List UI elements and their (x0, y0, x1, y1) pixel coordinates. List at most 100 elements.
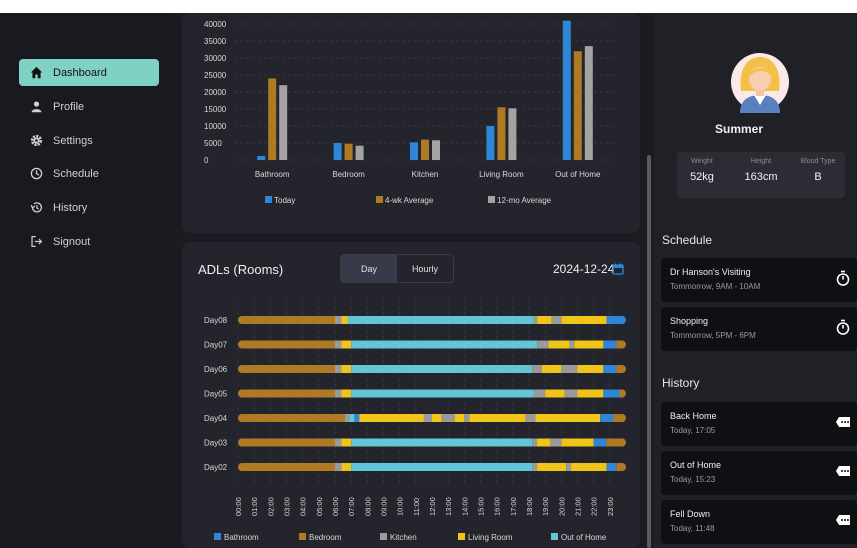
y-tick-label: 0 (204, 156, 209, 165)
avatar (731, 53, 789, 113)
x-tick-label: 21:00 (574, 497, 583, 516)
home-icon (19, 66, 53, 79)
y-tick-label: Day03 (204, 439, 228, 448)
timeline-row (238, 414, 626, 422)
bar (432, 140, 440, 160)
timeline-segment (561, 316, 607, 324)
bar (508, 108, 517, 160)
timeline-segment (541, 365, 562, 373)
legend-label: Bathroom (224, 533, 259, 542)
legend-label: Kitchen (390, 533, 417, 542)
bar (268, 78, 277, 160)
x-tick-label: 14:00 (460, 497, 469, 516)
message-icon[interactable] (835, 414, 851, 430)
timeline-segment (335, 438, 342, 447)
bar (573, 51, 582, 161)
timeline-segment (571, 463, 607, 471)
sidebar-item-dashboard[interactable]: Dashboard (19, 59, 159, 86)
x-tick-label: 12:00 (428, 497, 437, 516)
history-title: History (662, 376, 700, 390)
sidebar-item-label: History (53, 201, 88, 214)
sidebar-item-history[interactable]: History (19, 194, 159, 221)
legend-label: 12-mo Average (497, 196, 552, 205)
sidebar-item-settings[interactable]: Settings (19, 127, 159, 154)
timeline-segment (613, 414, 626, 422)
history-item[interactable]: Back Home Today, 17:05 (661, 402, 857, 446)
history-item[interactable]: Out of Home Today, 15:23 (661, 451, 857, 495)
timeline-segment (606, 438, 626, 447)
x-tick-label: 19:00 (541, 497, 550, 516)
message-icon[interactable] (835, 512, 851, 528)
view-toggle: Day Hourly (340, 254, 454, 283)
x-tick-label: 09:00 (380, 497, 389, 516)
stopwatch-icon[interactable] (835, 270, 851, 286)
legend-label: Today (274, 196, 295, 205)
y-tick-label: Day08 (204, 316, 228, 325)
timeline-row (238, 438, 626, 447)
timeline-segment (351, 389, 534, 398)
sidebar-item-signout[interactable]: Signout (19, 228, 159, 255)
x-tick-label: Bathroom (255, 170, 290, 179)
schedule-item[interactable]: Dr Hanson's Visiting Tommorrow, 9AM - 10… (661, 258, 857, 302)
timeline-segment (561, 438, 594, 447)
timeline-segment (532, 438, 538, 447)
timeline-segment (532, 463, 538, 471)
x-tick-label: 18:00 (525, 497, 534, 516)
sidebar-item-profile[interactable]: Profile (19, 93, 159, 120)
sidebar-item-label: Profile (53, 100, 85, 113)
legend-swatch (458, 533, 465, 540)
stopwatch-icon[interactable] (835, 319, 851, 335)
bar (257, 155, 266, 160)
timeline-segment (341, 389, 352, 398)
y-tick-label: 40000 (204, 20, 227, 29)
timeline-segment (341, 463, 352, 471)
timeline-segment (349, 414, 355, 422)
timeline-segment (616, 463, 626, 471)
legend-label: 4-wk Average (385, 196, 434, 205)
signout-icon (19, 235, 53, 248)
y-tick-label: 30000 (204, 54, 227, 63)
timeline-segment (351, 365, 533, 373)
bar (486, 126, 495, 160)
history-icon (19, 201, 53, 214)
x-tick-label: Out of Home (555, 170, 601, 179)
timeline-segment (569, 340, 575, 349)
timeline-segment (454, 414, 465, 422)
timeline-segment (537, 316, 552, 324)
timeline-segment (574, 340, 604, 349)
x-tick-label: 15:00 (477, 497, 486, 516)
timeline-segment (566, 463, 572, 471)
timeline-segment (351, 463, 533, 471)
x-tick-label: 13:00 (444, 497, 453, 516)
legend-swatch (376, 196, 383, 203)
toggle-day[interactable]: Day (341, 255, 397, 282)
height-stat: Height 163cm (744, 158, 778, 183)
timeline-segment (616, 340, 626, 349)
timeline-row (238, 365, 626, 373)
timeline-segment (238, 365, 335, 373)
scrollbar[interactable] (647, 155, 651, 548)
message-icon[interactable] (835, 463, 851, 479)
timeline-segment (351, 438, 533, 447)
schedule-item[interactable]: Shopping Tommorrow, 5PM - 6PM (661, 307, 857, 351)
gear-icon (19, 134, 53, 147)
timeline-segment (335, 340, 342, 349)
legend-label: Bedroom (309, 533, 342, 542)
timeline-segment (606, 463, 617, 471)
sidebar-item-label: Settings (53, 134, 93, 147)
clock-icon (19, 167, 53, 180)
timeline-segment (238, 340, 335, 349)
room-duration-chart: 0 5000 10000 15000 20000 25000 30000 35000 40000… (204, 20, 616, 205)
bar (333, 143, 342, 160)
timeline-segment (577, 389, 604, 398)
history-item[interactable]: Fell Down Today, 11:48 (661, 500, 857, 544)
x-tick-label: 23:00 (606, 497, 615, 516)
x-tick-label: 10:00 (396, 497, 405, 516)
y-tick-label: Day05 (204, 390, 228, 399)
toggle-hourly[interactable]: Hourly (397, 255, 453, 282)
schedule-title: Schedule (662, 233, 713, 247)
sidebar-item-schedule[interactable]: Schedule (19, 160, 159, 187)
timeline-row (238, 463, 626, 471)
bar (410, 142, 418, 160)
timeline-row (238, 316, 626, 324)
